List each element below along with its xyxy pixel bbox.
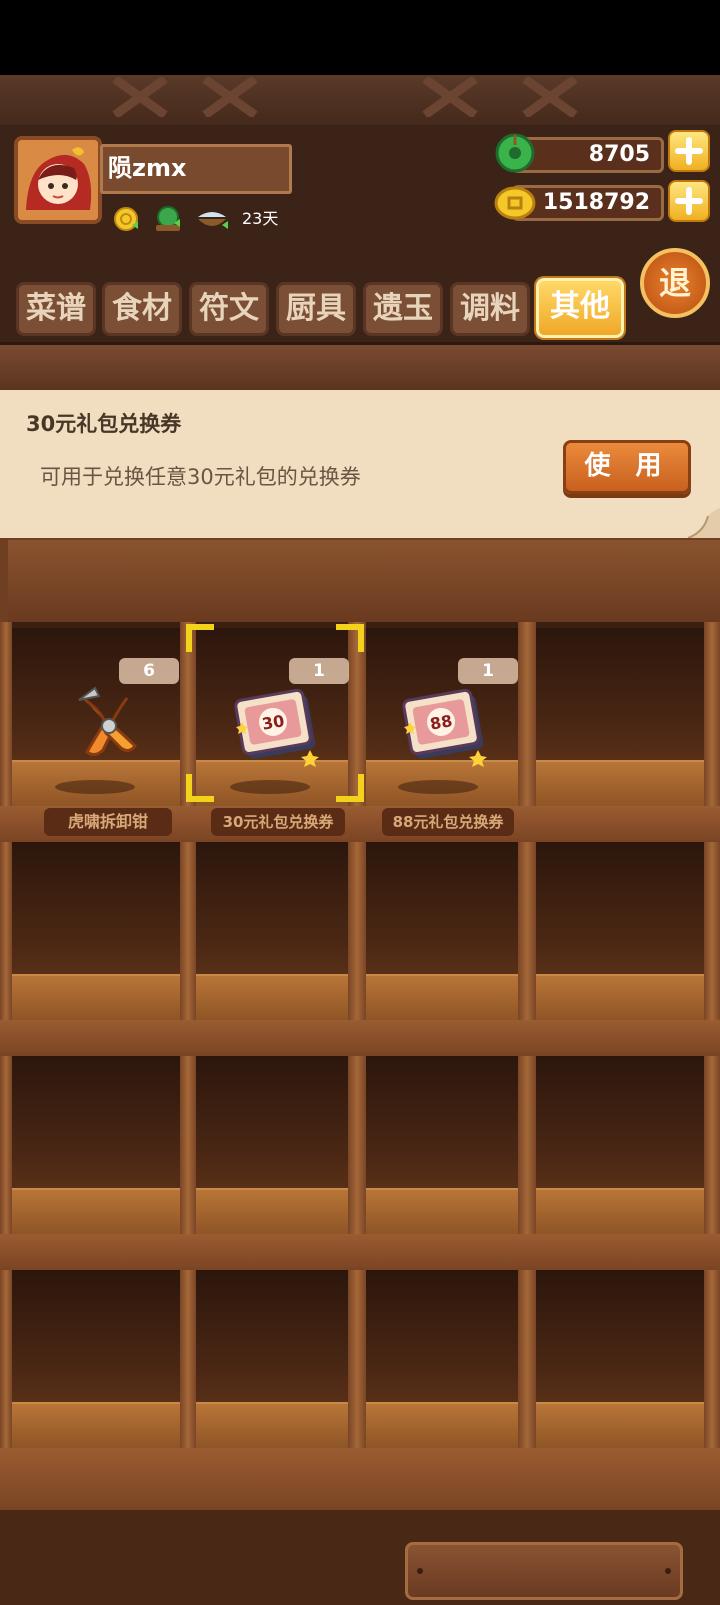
status-bar: [0, 0, 720, 75]
item-name-label: 虎啸拆卸钳: [44, 808, 172, 836]
plus-icon: [675, 137, 703, 165]
login-days: 23天: [242, 209, 279, 228]
chef-portrait-icon: [18, 140, 98, 220]
exit-button[interactable]: 退: [640, 248, 710, 318]
inventory-slot[interactable]: [366, 1270, 518, 1448]
nail-icon: [417, 1568, 671, 1574]
shelf-post: [0, 622, 12, 1510]
shelf-post: [348, 622, 366, 1510]
inventory-slot[interactable]: [536, 628, 704, 806]
tab-ingredients[interactable]: 食材: [102, 282, 182, 336]
shelf-post: [704, 622, 720, 1510]
pliers-icon[interactable]: [65, 680, 155, 770]
voucher-88-icon[interactable]: 88: [402, 682, 492, 772]
beam-cross-decoration: [422, 77, 478, 117]
selection-frame-corner: [186, 624, 214, 652]
roof-beam: [0, 75, 720, 129]
item-name-label: 88元礼包兑换券: [382, 808, 514, 836]
shelf-post: [518, 622, 536, 1510]
voucher-30-icon[interactable]: 30: [234, 682, 324, 772]
item-info-title: 30元礼包兑换券: [26, 412, 182, 436]
bowl-bonus-icon: [198, 212, 228, 229]
inventory-slot[interactable]: [536, 842, 704, 1020]
item-count-badge: 1: [289, 658, 349, 684]
inventory-slot[interactable]: [196, 1270, 348, 1448]
inventory-slot[interactable]: [196, 1056, 348, 1234]
player-status-icons: [112, 203, 237, 233]
item-shadow: [398, 780, 478, 794]
beam-cross-decoration: [202, 77, 258, 117]
beam-cross-decoration: [112, 77, 168, 117]
tab-others[interactable]: 其他: [536, 278, 624, 338]
selection-frame-corner: [336, 774, 364, 802]
tab-kitchenware[interactable]: 厨具: [276, 282, 356, 336]
inventory-slot[interactable]: [366, 1056, 518, 1234]
divider-shelf: [0, 342, 720, 394]
shelf-post: [180, 622, 196, 1510]
add-jade-button[interactable]: [668, 130, 710, 172]
voucher-value-text: 30: [261, 711, 286, 734]
tab-seasonings[interactable]: 调料: [450, 282, 530, 336]
use-button[interactable]: 使 用: [563, 440, 691, 494]
plus-icon: [675, 187, 703, 215]
item-count-badge: 1: [458, 658, 518, 684]
beam-cross-decoration: [522, 77, 578, 117]
item-shadow: [230, 780, 310, 794]
player-name: 陨zmx: [108, 154, 187, 182]
inventory-slot[interactable]: [12, 1056, 180, 1234]
item-shadow: [55, 780, 135, 794]
inventory-slot[interactable]: [536, 1056, 704, 1234]
coin-bonus-icon: [114, 207, 138, 231]
tab-relic-jade[interactable]: 遗玉: [363, 282, 443, 336]
jade-value: 8705: [588, 142, 650, 167]
inventory-slot[interactable]: [536, 1270, 704, 1448]
voucher-value-text: 88: [429, 711, 454, 734]
item-name-label: 30元礼包兑换券: [211, 808, 345, 836]
inventory-slot[interactable]: [366, 842, 518, 1020]
selection-frame-corner: [186, 774, 214, 802]
add-coin-button[interactable]: [668, 180, 710, 222]
tab-recipes[interactable]: 菜谱: [16, 282, 96, 336]
game-screen: 陨zmx 23天 8705 1518792 退 菜谱 食材 符文 厨具 遗玉 调…: [0, 0, 720, 1605]
jade-bonus-icon: [156, 206, 180, 231]
bottom-wood-plate: [405, 1542, 683, 1600]
inventory-slot[interactable]: [196, 842, 348, 1020]
avatar[interactable]: [14, 136, 102, 224]
tab-runes[interactable]: 符文: [189, 282, 269, 336]
selection-frame-corner: [336, 624, 364, 652]
shelf-rail: [0, 1020, 720, 1056]
paper-curl-decoration: [687, 508, 720, 538]
inventory-slot[interactable]: [12, 1270, 180, 1448]
shelf-top-board: [8, 540, 720, 628]
inventory-slot[interactable]: [12, 842, 180, 1020]
shelf-rail: [0, 1234, 720, 1270]
item-info-description: 可用于兑换任意30元礼包的兑换券: [40, 465, 361, 489]
coin-value: 1518792: [542, 190, 650, 215]
shelf-rail: [0, 1448, 720, 1510]
